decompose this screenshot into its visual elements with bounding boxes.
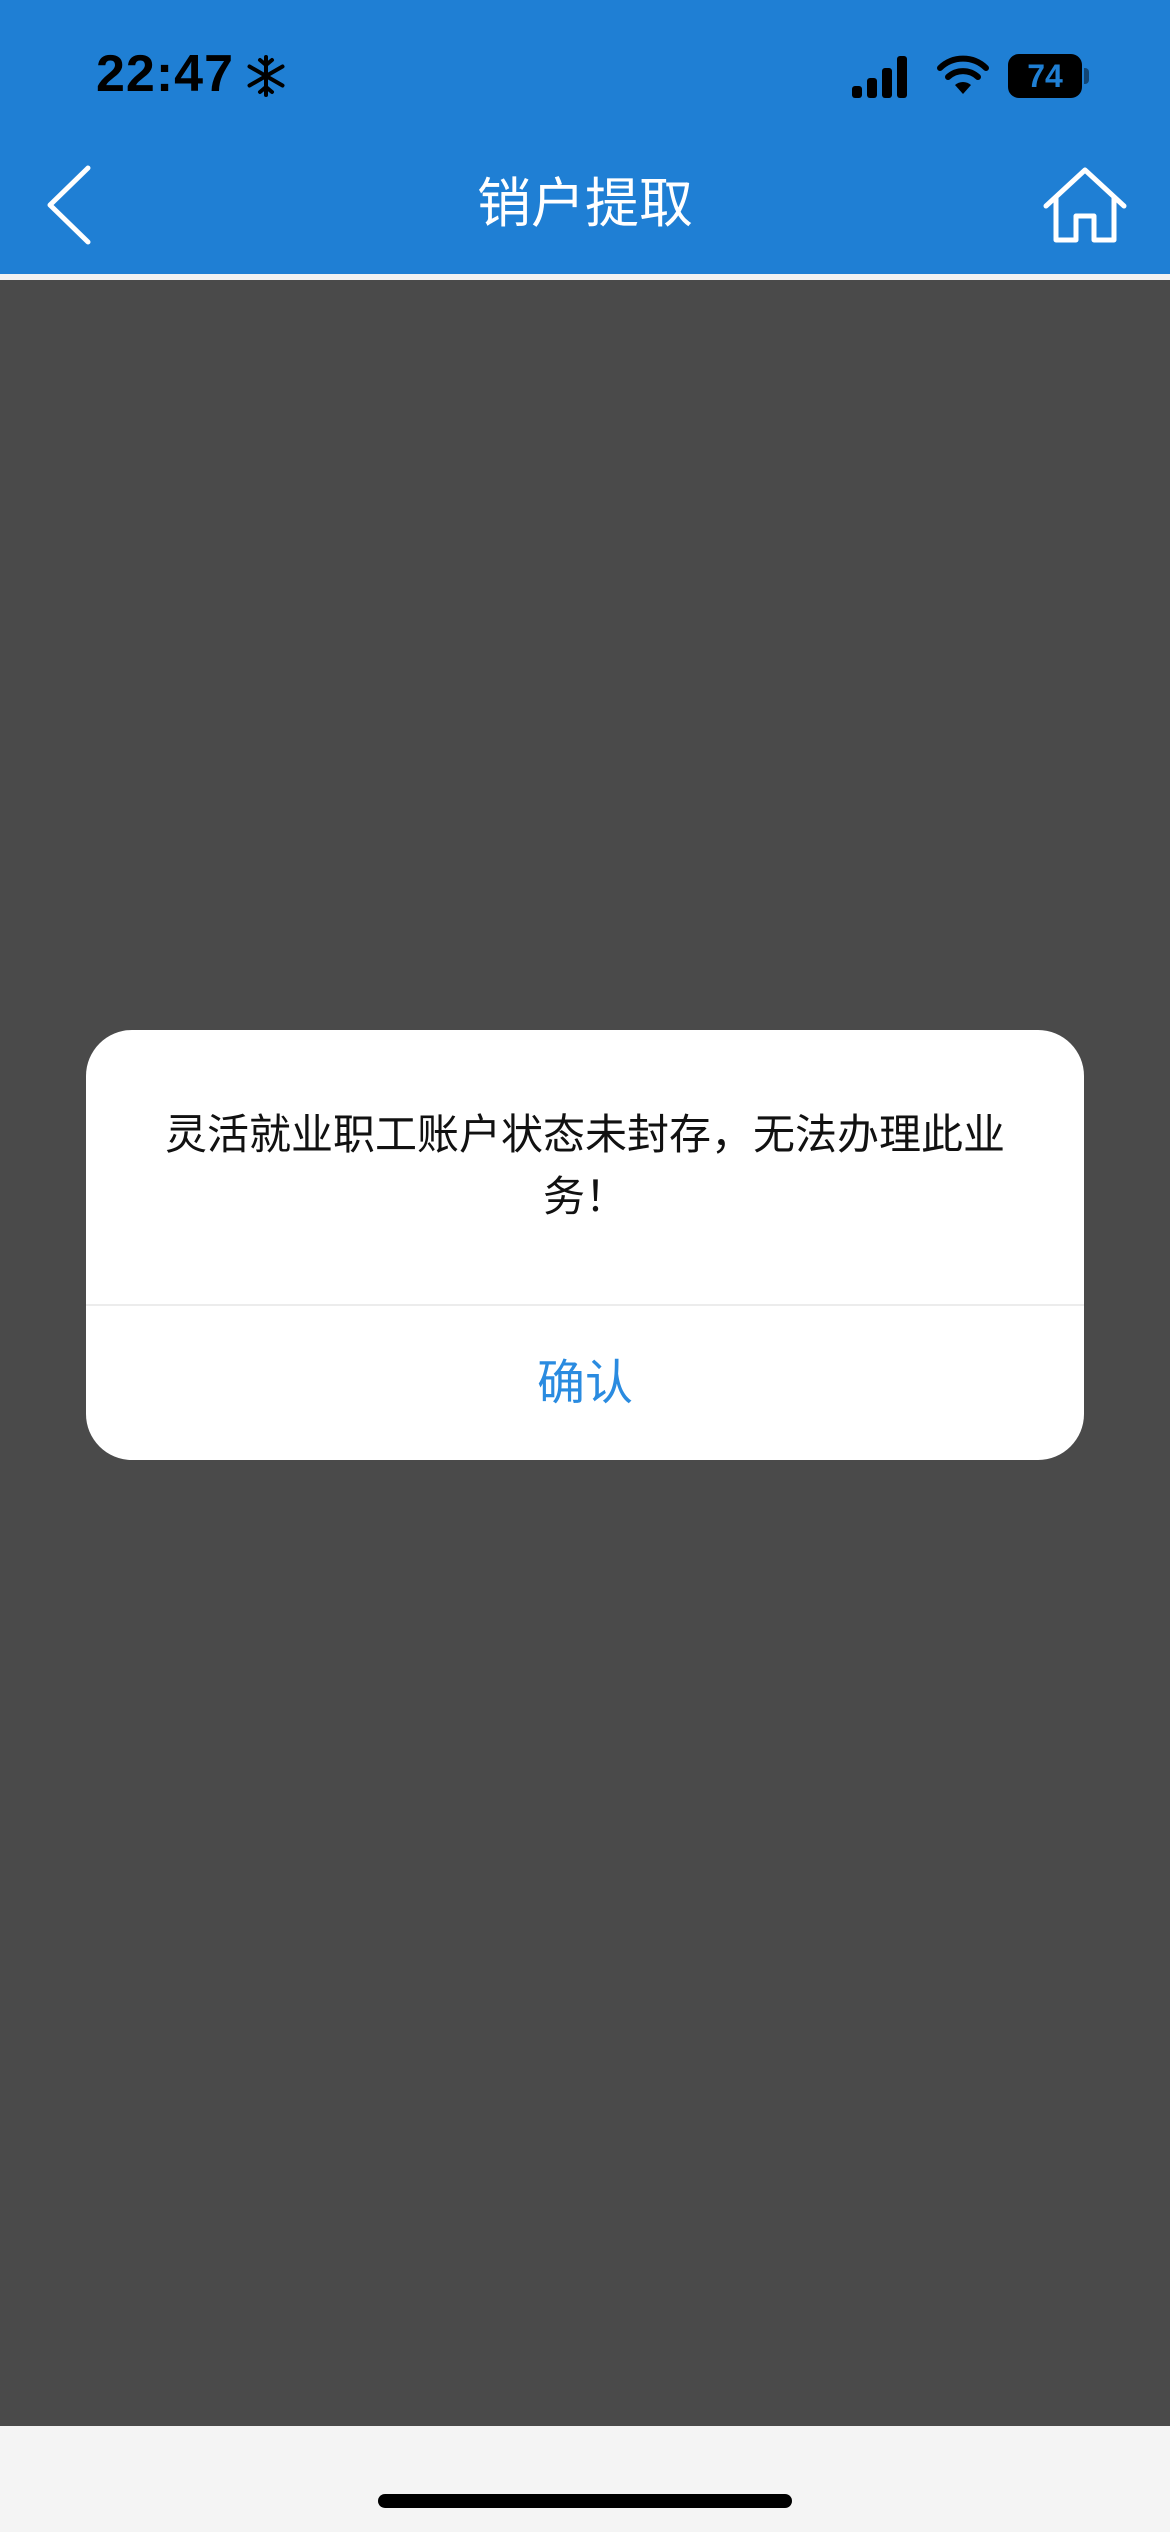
status-time: 22:47 [96,45,234,103]
battery-tail [1084,68,1089,84]
snowflake-icon [247,55,285,97]
page-title: 销户提取 [477,172,693,235]
app-header: 22:47 74 销户提取 [0,0,1170,274]
home-button[interactable] [1040,164,1130,246]
battery-level: 74 [1027,58,1063,94]
signal-icon [852,56,907,98]
wifi-icon [937,55,989,94]
app-screen: 22:47 74 销户提取 灵活就业职工账户状态未封存，无法办理此业务！ 确认 [0,0,1170,2532]
header-divider [0,274,1170,280]
bottom-bar [0,2426,1170,2532]
dialog-message: 灵活就业职工账户状态未封存，无法办理此业务！ [164,1110,1005,1221]
confirm-button[interactable]: 确认 [86,1306,1084,1460]
battery-icon: 74 [1008,54,1089,98]
alert-dialog: 灵活就业职工账户状态未封存，无法办理此业务！ 确认 [86,1030,1084,1460]
home-icon [1043,167,1127,243]
home-indicator[interactable] [378,2494,792,2508]
